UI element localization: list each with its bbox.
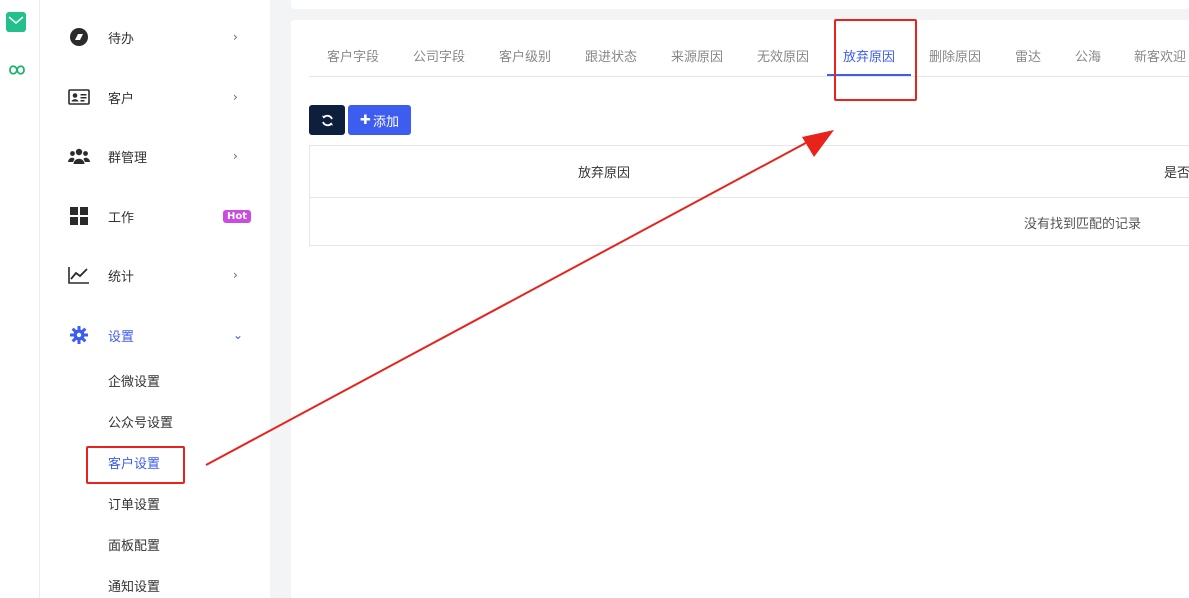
sidebar-item-label: 工作 (108, 210, 135, 226)
tab-bar: 客户字段 公司字段 客户级别 跟进状态 来源原因 无效原因 放弃原因 删除原因 … (309, 38, 1189, 77)
refresh-icon (321, 114, 333, 126)
tab-invalid-reason[interactable]: 无效原因 (757, 46, 809, 65)
sidebar-item-customer[interactable]: 客户 › (40, 77, 270, 117)
chevron-right-icon: › (233, 90, 238, 104)
gear-icon (68, 324, 90, 346)
submenu-wecom-settings[interactable]: 企微设置 (108, 371, 160, 390)
tab-company-fields[interactable]: 公司字段 (413, 46, 465, 65)
tab-follow-status[interactable]: 跟进状态 (585, 46, 637, 65)
sidebar-item-todo[interactable]: 待办 › (40, 17, 270, 57)
link-icon[interactable] (7, 60, 27, 80)
submenu-notification-settings[interactable]: 通知设置 (108, 576, 160, 595)
column-header-is-flag[interactable]: 是否 (1164, 162, 1189, 181)
top-card (291, 0, 1189, 9)
chart-icon (68, 264, 90, 286)
reason-table: 放弃原因 是否 没有找到匹配的记录 (309, 145, 1189, 246)
customer-card-icon (68, 86, 90, 108)
app-rail (0, 0, 40, 598)
sidebar-item-label: 设置 (108, 329, 135, 345)
tab-public-pool[interactable]: 公海 (1075, 46, 1101, 65)
submenu-order-settings[interactable]: 订单设置 (108, 494, 160, 513)
add-button[interactable]: ✚ 添加 (348, 105, 411, 135)
settings-panel: 客户字段 公司字段 客户级别 跟进状态 来源原因 无效原因 放弃原因 删除原因 … (291, 20, 1189, 598)
group-icon (68, 145, 90, 167)
mail-icon[interactable] (6, 12, 26, 32)
tab-radar[interactable]: 雷达 (1015, 46, 1041, 65)
sidebar-item-label: 群管理 (108, 150, 148, 166)
sidebar-item-label: 客户 (108, 91, 135, 107)
plus-icon: ✚ (360, 112, 371, 128)
hot-badge: Hot (223, 209, 252, 223)
chevron-right-icon: › (233, 30, 238, 44)
todo-icon (68, 26, 90, 48)
tab-delete-reason[interactable]: 删除原因 (929, 46, 981, 65)
tab-customer-fields[interactable]: 客户字段 (327, 46, 379, 65)
sidebar-item-statistics[interactable]: 统计 › (40, 255, 270, 295)
grid-icon (68, 205, 90, 227)
submenu-panel-config[interactable]: 面板配置 (108, 535, 160, 554)
sidebar: 待办 › 客户 › 群管理 › 工作 Hot 统计 › 设置 ⌄ 企微设置 公众… (40, 0, 270, 598)
chevron-down-icon: ⌄ (233, 328, 244, 342)
tab-new-customer-welcome[interactable]: 新客欢迎 (1134, 46, 1186, 65)
tab-customer-level[interactable]: 客户级别 (499, 46, 551, 65)
submenu-customer-settings[interactable]: 客户设置 (108, 453, 160, 472)
sidebar-item-settings[interactable]: 设置 ⌄ (40, 315, 270, 355)
column-header-abandon-reason[interactable]: 放弃原因 (578, 162, 630, 181)
sidebar-item-group-management[interactable]: 群管理 › (40, 136, 270, 176)
chevron-right-icon: › (233, 149, 238, 163)
refresh-button[interactable] (309, 105, 345, 135)
sidebar-item-work[interactable]: 工作 Hot (40, 196, 270, 236)
sidebar-item-label: 统计 (108, 269, 135, 285)
active-tab-indicator (827, 74, 911, 76)
chevron-right-icon: › (233, 268, 238, 282)
empty-state-text: 没有找到匹配的记录 (1024, 217, 1142, 232)
add-button-label: 添加 (372, 114, 399, 130)
submenu-official-account-settings[interactable]: 公众号设置 (108, 412, 173, 431)
table-header: 放弃原因 是否 (310, 146, 1189, 198)
tab-source-reason[interactable]: 来源原因 (671, 46, 723, 65)
sidebar-item-label: 待办 (108, 31, 135, 47)
tab-abandon-reason[interactable]: 放弃原因 (843, 46, 895, 65)
